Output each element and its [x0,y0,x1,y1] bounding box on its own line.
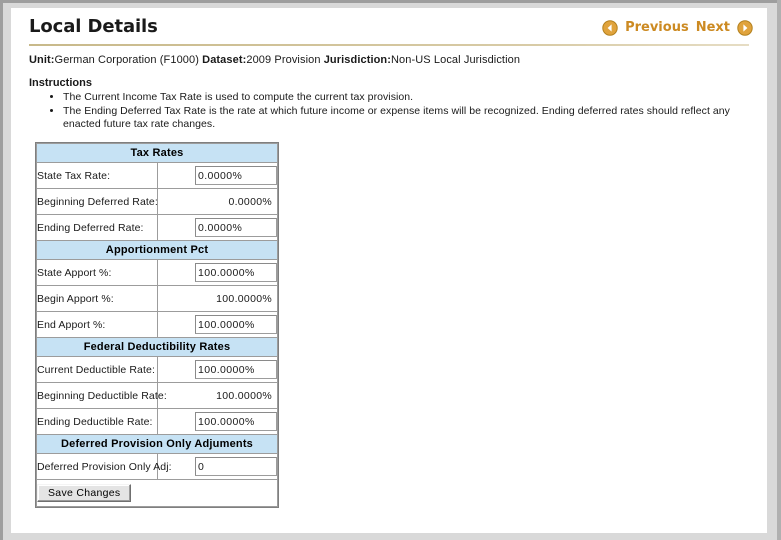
rates-table: Tax RatesState Tax Rate:Beginning Deferr… [36,143,278,507]
field-input-cell [156,453,278,480]
field-readonly-value: 100.0000% [156,285,278,312]
table-row: State Apport %: [36,259,278,286]
section-header-label: Apportionment Pct [36,240,278,260]
section-header-label: Deferred Provision Only Adjuments [36,434,278,454]
field-input-cell [156,162,278,189]
section-header-row: Deferred Provision Only Adjuments [36,434,278,454]
field-input[interactable] [195,218,277,237]
field-input[interactable] [195,457,277,476]
next-link[interactable]: Next [696,20,730,36]
field-label: Begin Apport %: [36,285,158,312]
field-input-cell [156,259,278,286]
table-row: Ending Deductible Rate: [36,408,278,435]
application-frame: Local Details Previous Next Unit:German … [0,0,781,540]
table-row: Begin Apport %: 100.0000% [36,285,278,312]
field-readonly-value: 0.0000% [156,188,278,215]
dataset-value: 2009 Provision [246,54,321,66]
field-input-cell [156,408,278,435]
instruction-item: The Ending Deferred Tax Rate is the rate… [63,105,753,131]
unit-label: Unit: [29,54,55,66]
section-header-row: Tax Rates [36,143,278,163]
field-label: Deferred Provision Only Adj: [36,453,172,480]
field-input[interactable] [195,166,277,185]
form-actions-cell: Save Changes [36,479,278,507]
field-input[interactable] [195,263,277,282]
section-header-row: Apportionment Pct [36,240,278,260]
save-changes-button[interactable]: Save Changes [37,484,132,502]
instruction-item: The Current Income Tax Rate is used to c… [63,91,753,104]
table-row: End Apport %: [36,311,278,338]
field-input-cell [156,356,278,383]
table-row: State Tax Rate: [36,162,278,189]
field-label: Ending Deferred Rate: [36,214,158,241]
table-row: Current Deductible Rate: [36,356,278,383]
table-row: Beginning Deductible Rate: 100.0000% [36,382,278,409]
context-summary: Unit:German Corporation (F1000) Dataset:… [29,53,767,67]
instructions-heading: Instructions [29,77,92,89]
field-label: Current Deductible Rate: [36,356,158,383]
field-label: State Tax Rate: [36,162,158,189]
section-header-label: Federal Deductibility Rates [36,337,278,357]
table-row: Ending Deferred Rate: [36,214,278,241]
field-label: Beginning Deferred Rate: [36,188,158,215]
pagination-nav: Previous Next [602,20,753,36]
field-input[interactable] [195,315,277,334]
form-actions-row: Save Changes [36,479,278,507]
content-pane: Local Details Previous Next Unit:German … [11,8,767,533]
field-readonly-value: 100.0000% [156,382,278,409]
field-label: Beginning Deductible Rate: [36,382,167,409]
previous-link[interactable]: Previous [625,20,689,36]
local-details-form: Tax RatesState Tax Rate:Beginning Deferr… [35,142,279,508]
field-label: State Apport %: [36,259,158,286]
table-row: Beginning Deferred Rate: 0.0000% [36,188,278,215]
section-header-row: Federal Deductibility Rates [36,337,278,357]
circle-arrow-right-icon[interactable] [737,20,753,36]
instructions-list: The Current Income Tax Rate is used to c… [11,91,767,131]
dataset-label: Dataset: [202,54,247,66]
table-row: Deferred Provision Only Adj: [36,453,278,480]
field-input-cell [156,311,278,338]
section-header-label: Tax Rates [36,143,278,163]
field-input[interactable] [195,360,277,379]
vertical-scrollbar[interactable] [777,0,781,540]
field-label: Ending Deductible Rate: [36,408,158,435]
unit-value: German Corporation (F1000) [54,54,199,66]
header-divider [29,44,749,46]
jurisdiction-value: Non-US Local Jurisdiction [391,54,521,66]
field-label: End Apport %: [36,311,158,338]
field-input[interactable] [195,412,277,431]
field-input-cell [156,214,278,241]
page-header: Local Details Previous Next [11,8,767,46]
circle-arrow-left-icon[interactable] [602,20,618,36]
jurisdiction-label: Jurisdiction: [323,54,392,66]
